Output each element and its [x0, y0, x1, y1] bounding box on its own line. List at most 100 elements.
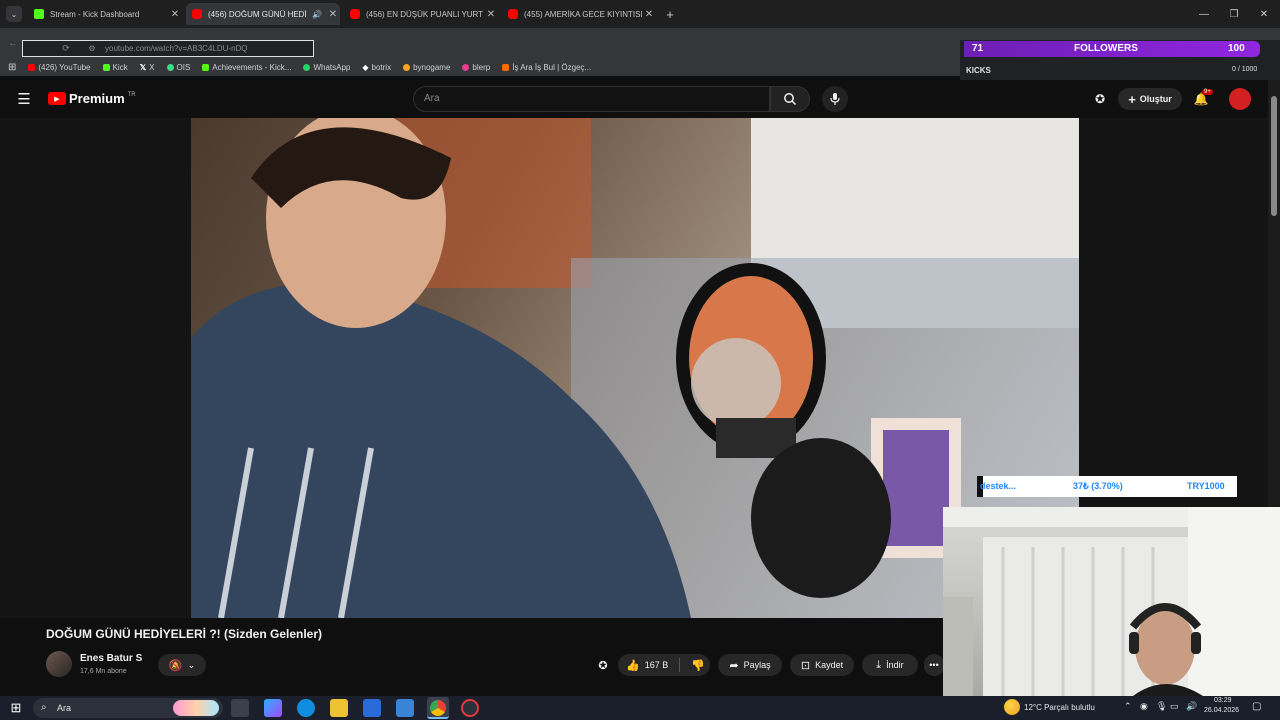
channel-avatar[interactable] [46, 651, 72, 677]
tab-title: Stream - Kick Dashboard [50, 9, 140, 19]
youtube-icon [350, 9, 360, 19]
logo-region: TR [127, 91, 136, 98]
tab-close-icon[interactable]: ✕ [642, 9, 656, 20]
logo-text: Premium [69, 91, 125, 106]
bookmark-icon: ⊡ [800, 659, 811, 672]
clock-date[interactable]: 26.04.2026 [1204, 707, 1239, 714]
followers-goal: 100 [1228, 43, 1245, 54]
taskbar-search[interactable]: ⌕ Ara [33, 698, 223, 718]
webcam-overlay [943, 507, 1280, 696]
close-window-icon[interactable]: ✕ [1256, 6, 1272, 22]
tab-title: (456) DOĞUM GÜNÜ HEDİ [208, 9, 307, 19]
tab-close-icon[interactable]: ✕ [484, 9, 498, 20]
chrome-icon [430, 700, 446, 716]
hamburger-menu-icon[interactable]: ☰ [14, 90, 34, 108]
tab-youtube-2[interactable]: (456) EN DÜŞÜK PUANLI YURT ✕ [344, 3, 498, 25]
new-tab-button[interactable]: + [662, 6, 678, 22]
microsoft-store-icon[interactable] [363, 699, 381, 717]
bookmark-bynogame[interactable]: bynogame [403, 63, 450, 72]
create-button[interactable]: + Oluştur [1118, 88, 1182, 110]
kick-icon [202, 63, 210, 71]
divider [679, 658, 681, 672]
tab-kick-dashboard[interactable]: Stream - Kick Dashboard ✕ [28, 3, 182, 25]
notification-center-icon[interactable]: ▢ [1252, 701, 1261, 712]
edge-icon[interactable] [297, 699, 315, 717]
windows-taskbar: ⊞ ⌕ Ara 12°C Parçalı bulutlu ⌃ ◉ 🎙 ▭ 🔊 0… [0, 696, 1280, 720]
kicks-label: KICKS [966, 66, 991, 75]
outlook-icon[interactable] [396, 699, 414, 717]
subscriber-count: 17,6 Mn abone [80, 668, 127, 675]
blerp-icon [462, 63, 470, 71]
tray-app-icon[interactable]: ◉ [1140, 701, 1148, 712]
tab-close-icon[interactable]: ✕ [326, 9, 340, 20]
like-icon[interactable]: 👍 [626, 659, 640, 672]
more-horizontal-icon: ••• [929, 660, 939, 670]
chevron-down-icon: ⌄ [187, 659, 196, 670]
subscribed-notifications-button[interactable]: 🔕 ⌄ [158, 654, 206, 676]
back-icon[interactable]: ← [6, 36, 20, 50]
site-info-icon[interactable]: ⚙ [85, 41, 99, 56]
search-input[interactable]: Ara [413, 86, 770, 112]
audio-playing-icon[interactable]: 🔊 [312, 10, 322, 19]
download-button[interactable]: ⤓ İndir [862, 654, 918, 676]
voice-search-button[interactable] [822, 86, 848, 112]
weather-icon[interactable] [1004, 699, 1020, 715]
share-icon: ➦ [729, 659, 739, 672]
cast-extension-icon[interactable]: ✪ [1092, 91, 1108, 107]
followers-goal-bar: 71 FOLLOWERS 100 [964, 41, 1260, 57]
start-menu-icon[interactable]: ⊞ [8, 700, 24, 716]
search-button[interactable] [770, 86, 810, 112]
sparkle-icon[interactable]: ✪ [595, 657, 611, 673]
minimize-icon[interactable]: — [1196, 6, 1212, 22]
obs-icon[interactable] [461, 699, 479, 717]
bookmark-whatsapp[interactable]: WhatsApp [303, 63, 350, 72]
chevron-up-icon[interactable]: ⌃ [1124, 701, 1132, 712]
volume-icon[interactable]: 🔊 [1186, 701, 1197, 712]
dislike-icon[interactable]: 👎 [691, 659, 705, 672]
bookmark-achievements[interactable]: Achievements - Kick... [202, 63, 291, 72]
job-site-icon [502, 63, 510, 71]
save-button[interactable]: ⊡ Kaydet [790, 654, 854, 676]
bookmark-youtube[interactable]: (426) YouTube [28, 63, 91, 72]
bell-muted-icon: 🔕 [168, 659, 183, 672]
notification-badge: 9+ [1202, 89, 1213, 95]
more-actions-button[interactable]: ••• [924, 654, 944, 676]
network-icon[interactable]: ▭ [1170, 701, 1179, 712]
file-explorer-icon[interactable] [330, 699, 348, 717]
microphone-icon[interactable]: 🎙 [1156, 701, 1167, 712]
maximize-icon[interactable]: ❐ [1226, 6, 1242, 22]
share-button[interactable]: ➦ Paylaş [718, 654, 782, 676]
bookmark-botrix[interactable]: ◆ botrix [362, 63, 391, 72]
kicks-progress: 0 / 1000 [1232, 66, 1258, 73]
tab-close-icon[interactable]: ✕ [168, 9, 182, 20]
ois-icon [166, 63, 174, 71]
task-view-icon[interactable] [231, 699, 249, 717]
channel-name[interactable]: Enes Batur S [80, 653, 142, 664]
bookmark-x[interactable]: 𝕏X [140, 63, 155, 72]
chrome-taskbar-button[interactable] [427, 697, 449, 719]
whatsapp-icon [303, 63, 311, 71]
followers-count: 71 [972, 43, 984, 54]
scrollbar-thumb[interactable] [1271, 96, 1277, 216]
like-count[interactable]: 167 B [645, 660, 669, 670]
bookmark-is-ara[interactable]: İş Ara İş Bul | Özgeç... [502, 63, 591, 72]
bookmarks-bar: ⊞ (426) YouTube Kick 𝕏X OIS Achievements… [0, 58, 960, 76]
tab-youtube-3[interactable]: (455) AMERİKA GECE KIYINTISI ✕ [502, 3, 656, 25]
bookmark-ois[interactable]: OIS [166, 63, 190, 72]
weather-text[interactable]: 12°C Parçalı bulutlu [1024, 703, 1095, 712]
reload-icon[interactable]: ⟳ [59, 41, 73, 56]
tab-search-button[interactable]: ⌄ [6, 6, 22, 22]
copilot-icon[interactable] [264, 699, 282, 717]
youtube-premium-logo[interactable]: ▶ Premium TR [48, 91, 136, 106]
bookmark-kick[interactable]: Kick [102, 63, 128, 72]
donation-amount: 37₺ (3.70%) [1073, 481, 1123, 491]
youtube-icon [28, 63, 36, 71]
address-bar[interactable]: ⟳ ⚙ youtube.com/watch?v=AB3C4LDU-nDQ [22, 40, 314, 57]
followers-label: FOLLOWERS [1074, 43, 1138, 54]
clock-time[interactable]: 03:29 [1214, 697, 1232, 704]
avatar[interactable] [1229, 88, 1251, 110]
tab-title: (456) EN DÜŞÜK PUANLI YURT [366, 9, 484, 19]
tab-youtube-active[interactable]: (456) DOĞUM GÜNÜ HEDİ 🔊 ✕ [186, 3, 340, 25]
bookmark-blerp[interactable]: blerp [462, 63, 490, 72]
apps-grid-icon[interactable]: ⊞ [8, 62, 16, 73]
